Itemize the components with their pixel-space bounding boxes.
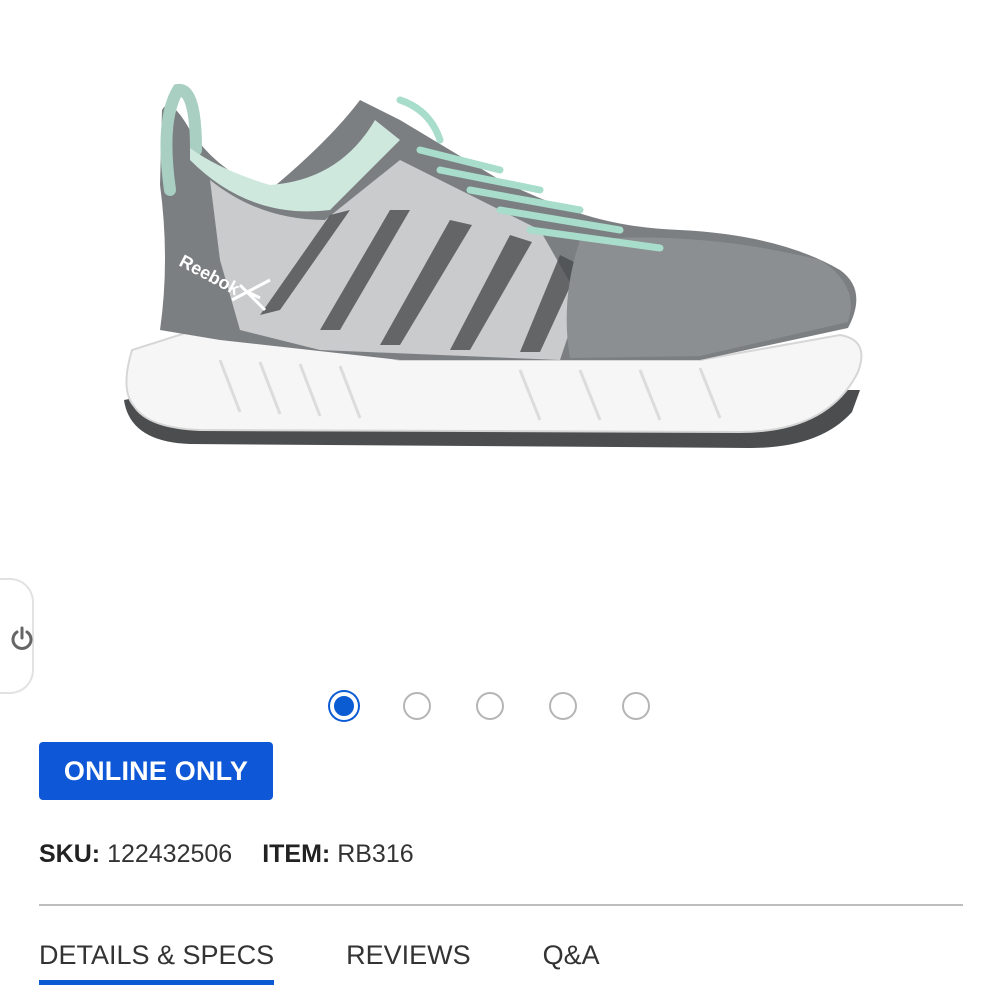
carousel-dot-3[interactable] (476, 692, 504, 720)
item-value: RB316 (337, 840, 414, 868)
sku-label: SKU: (39, 840, 101, 868)
carousel-dot-5[interactable] (622, 692, 650, 720)
product-tabs: DETAILS & SPECS REVIEWS Q&A (39, 940, 600, 985)
carousel-dot-1[interactable] (330, 692, 358, 720)
power-icon[interactable] (8, 624, 36, 657)
item-label: ITEM: (262, 840, 331, 868)
side-tab[interactable] (0, 578, 34, 694)
online-only-badge: ONLINE ONLY (39, 742, 273, 800)
carousel-dots (330, 692, 650, 720)
product-image[interactable]: Reebok (100, 60, 900, 480)
item: ITEM: RB316 (262, 840, 413, 869)
carousel-dot-4[interactable] (549, 692, 577, 720)
tab-reviews[interactable]: REVIEWS (346, 940, 471, 985)
sku: SKU: 122432506 (39, 840, 232, 869)
tab-qa[interactable]: Q&A (543, 940, 600, 985)
carousel-dot-2[interactable] (403, 692, 431, 720)
tab-details-specs[interactable]: DETAILS & SPECS (39, 940, 275, 985)
product-identifiers: SKU: 122432506 ITEM: RB316 (39, 840, 414, 869)
sku-value: 122432506 (107, 840, 233, 868)
divider (39, 904, 963, 906)
